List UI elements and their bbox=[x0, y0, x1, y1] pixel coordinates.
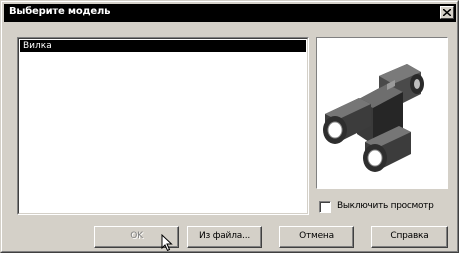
model-list[interactable]: Вилка bbox=[17, 37, 309, 215]
title-bar[interactable]: Выберите модель bbox=[4, 4, 456, 22]
from-file-button[interactable]: Из файла... bbox=[187, 226, 262, 248]
list-item[interactable]: Вилка bbox=[20, 40, 306, 52]
mouse-pointer-icon bbox=[161, 234, 173, 252]
disable-preview-option[interactable]: Выключить просмотр bbox=[319, 200, 454, 214]
cancel-button[interactable]: Отмена bbox=[279, 226, 354, 248]
disable-preview-label: Выключить просмотр bbox=[337, 201, 434, 211]
window-title: Выберите модель bbox=[9, 6, 111, 17]
select-model-dialog: Выберите модель Вилка Выключить просмотр… bbox=[0, 0, 459, 253]
help-button[interactable]: Справка bbox=[371, 226, 448, 248]
close-icon bbox=[443, 9, 451, 16]
model-preview bbox=[316, 37, 448, 189]
disable-preview-checkbox[interactable] bbox=[319, 201, 331, 213]
close-button[interactable] bbox=[440, 6, 454, 19]
fork-model-icon bbox=[323, 64, 424, 172]
